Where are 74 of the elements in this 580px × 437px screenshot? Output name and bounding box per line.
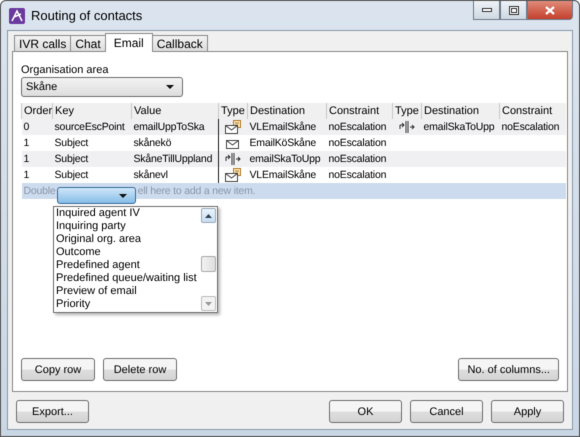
- tab[interactable]: Callback: [152, 35, 208, 51]
- table-cell: skånevl: [132, 167, 218, 183]
- dropdown-option[interactable]: Predefined queue/waiting list: [56, 272, 201, 285]
- key-dropdown[interactable]: [57, 187, 136, 204]
- maximize-icon: [508, 6, 518, 14]
- org-area-label: Organisation area: [21, 64, 110, 76]
- tab[interactable]: IVR calls: [14, 35, 72, 51]
- table-cell: 1: [22, 151, 52, 167]
- dropdown-option[interactable]: Inquiring party: [56, 220, 201, 233]
- column-header[interactable]: Constraint: [326, 103, 392, 119]
- split-arrows-icon: [399, 120, 415, 134]
- close-button[interactable]: [527, 1, 573, 20]
- table-cell: noEscalation: [326, 151, 392, 167]
- dropdown-option[interactable]: Predefined agent: [56, 259, 201, 272]
- envelope-note-icon: [225, 168, 242, 182]
- table-cell: emailUppToSka: [132, 119, 218, 135]
- close-icon: [545, 6, 555, 14]
- tab[interactable]: Email: [104, 33, 153, 52]
- table-cell: emailSkaToUpp: [422, 119, 500, 135]
- table-cell: sourceEscPoint: [52, 119, 132, 135]
- export-button[interactable]: Export...: [16, 400, 89, 423]
- columns-button[interactable]: No. of columns...: [458, 358, 559, 381]
- column-header[interactable]: Key: [52, 103, 132, 119]
- dialog-button[interactable]: Cancel: [410, 400, 483, 423]
- column-header[interactable]: Destination: [422, 103, 500, 119]
- dialog-button[interactable]: Apply: [491, 400, 564, 423]
- dropdown-option[interactable]: Original org. area: [56, 233, 201, 246]
- scroll-down-icon: [205, 302, 212, 306]
- table-cell: 1: [22, 135, 52, 151]
- app-logo-icon: [9, 8, 25, 24]
- table-cell: 0: [22, 119, 52, 135]
- column-header[interactable]: Destination: [248, 103, 326, 119]
- table-cell: emailSkaToUpp: [248, 151, 326, 167]
- dropdown-caret-icon: [119, 194, 127, 198]
- table-cell: VLEmailSkåne: [248, 119, 326, 135]
- table-cell: skånekö: [132, 135, 218, 151]
- dialog-button[interactable]: OK: [329, 400, 402, 423]
- table-cell: EmailKöSkåne: [248, 135, 326, 151]
- table-cell: Subject: [52, 151, 132, 167]
- table-cell: VLEmailSkåne: [248, 167, 326, 183]
- dropdown-option[interactable]: Priority: [56, 298, 201, 311]
- dropdown-option[interactable]: Outcome: [56, 246, 201, 259]
- table-cell: noEscalation: [326, 167, 392, 183]
- panel-button[interactable]: Delete row: [103, 358, 177, 381]
- scroll-thumb[interactable]: [201, 256, 216, 272]
- window-title: Routing of contacts: [31, 8, 142, 23]
- minimize-button[interactable]: [473, 1, 500, 20]
- column-header[interactable]: Type: [392, 103, 422, 119]
- org-area-dropdown[interactable]: Skåne: [21, 77, 183, 97]
- dropdown-caret-icon: [166, 85, 174, 89]
- table-cell: Subject: [52, 135, 132, 151]
- table-cell: noEscalation: [500, 119, 566, 135]
- dropdown-option[interactable]: Preview of email: [56, 285, 201, 298]
- column-header[interactable]: Constraint: [500, 103, 566, 119]
- new-row-hint: ell here to add a new item.: [138, 185, 256, 197]
- envelope-note-icon: [225, 120, 242, 134]
- split-arrows-icon: [225, 152, 242, 166]
- table-cell: 1: [22, 167, 52, 183]
- column-header[interactable]: Order: [22, 103, 52, 119]
- scroll-up-icon: [205, 214, 212, 218]
- maximize-button[interactable]: [500, 1, 527, 20]
- table-cell: Subject: [52, 167, 132, 183]
- column-header[interactable]: Type: [218, 103, 248, 119]
- new-row-hint: Double: [24, 185, 56, 197]
- envelope-icon: [226, 138, 240, 149]
- minimize-icon: [482, 8, 492, 12]
- panel-button[interactable]: Copy row: [21, 358, 95, 381]
- scrollbar[interactable]: [201, 208, 216, 311]
- dropdown-option[interactable]: Inquired agent IV: [56, 207, 201, 220]
- column-header[interactable]: Value: [132, 103, 218, 119]
- table-cell: noEscalation: [326, 119, 392, 135]
- table-cell: SkåneTillUppland: [132, 151, 218, 167]
- tab[interactable]: Chat: [70, 35, 106, 51]
- table-cell: noEscalation: [326, 135, 392, 151]
